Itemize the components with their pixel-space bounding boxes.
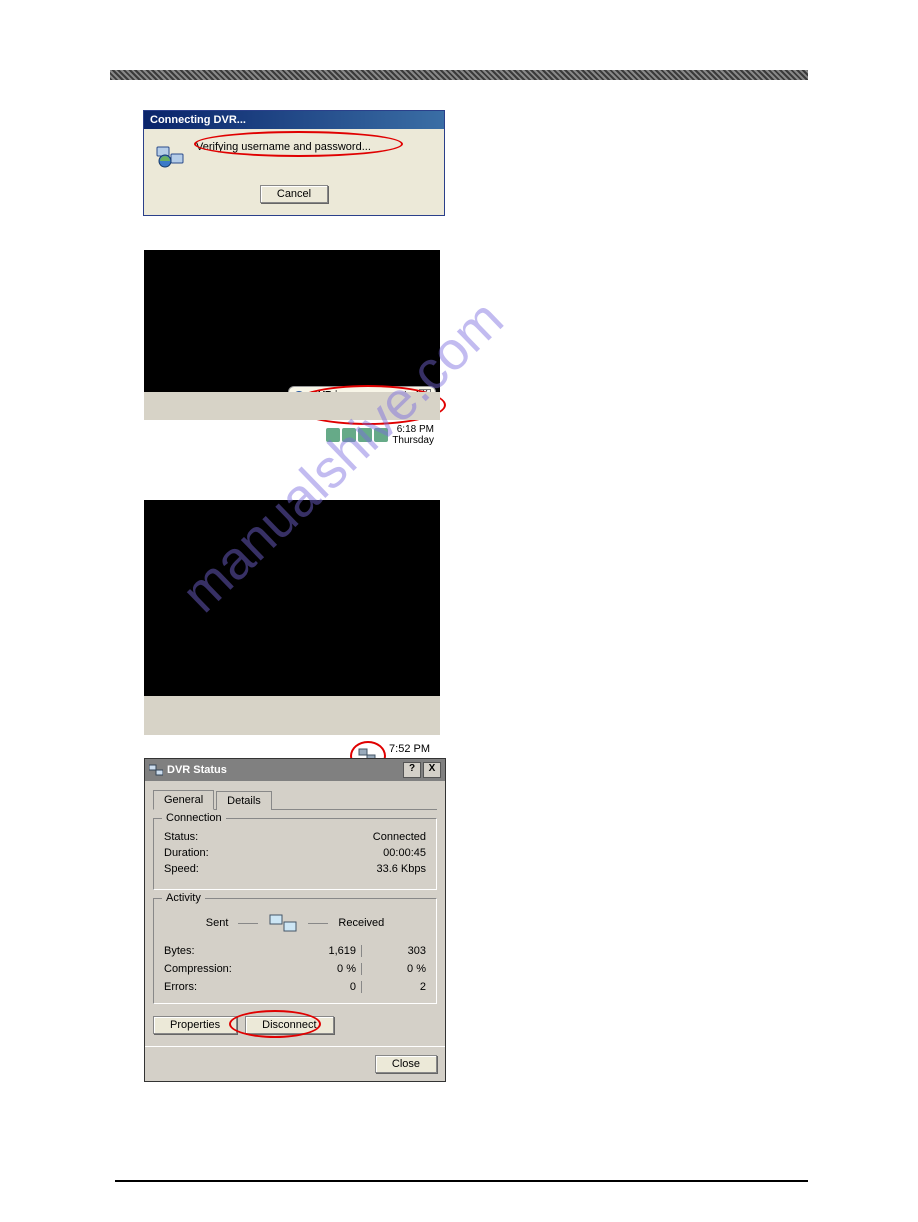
errors-received: 2 [366, 981, 426, 993]
connection-group: Connection Status: Connected Duration: 0… [153, 818, 437, 890]
tray-icon[interactable] [374, 428, 388, 442]
network-monitors-icon [149, 764, 163, 776]
dialog-title: DVR Status [167, 764, 227, 776]
tray-icons [326, 428, 388, 442]
divider [238, 923, 258, 924]
activity-group: Activity Sent Received Bytes: 1,619 303 [153, 898, 437, 1004]
disconnect-button[interactable]: Disconnect [245, 1016, 333, 1034]
tab-strip: General Details [153, 789, 437, 810]
duration-label: Duration: [164, 847, 209, 859]
cancel-button[interactable]: Cancel [260, 185, 328, 203]
compression-label: Compression: [164, 963, 296, 975]
divider [361, 963, 362, 975]
group-legend: Connection [162, 812, 226, 824]
clock-time: 6:18 PM [392, 424, 434, 435]
tab-details[interactable]: Details [216, 791, 272, 810]
dvr-status-dialog: DVR Status ? X General Details Connectio… [144, 758, 446, 1082]
compression-sent: 0 % [296, 963, 356, 975]
dialog-title: Connecting DVR... [144, 111, 444, 129]
duration-value: 00:00:45 [383, 847, 426, 859]
connecting-dialog: Connecting DVR... Verifying username and… [143, 110, 445, 216]
divider [308, 923, 328, 924]
compression-received: 0 % [366, 963, 426, 975]
bytes-sent: 1,619 [296, 945, 356, 957]
footer-divider [115, 1180, 808, 1182]
status-label: Status: [164, 831, 198, 843]
taskbar: 7:52 PM Thursday [144, 696, 440, 735]
close-button[interactable]: X [423, 762, 441, 778]
tray-icon[interactable] [326, 428, 340, 442]
errors-label: Errors: [164, 981, 296, 993]
properties-button[interactable]: Properties [153, 1016, 237, 1034]
status-value: Connected [373, 831, 426, 843]
divider [361, 981, 362, 993]
clock-time: 7:52 PM [384, 742, 430, 756]
group-legend: Activity [162, 892, 205, 904]
taskbar: 6:18 PM Thursday [144, 392, 440, 420]
sent-label: Sent [206, 917, 229, 929]
tray-icon[interactable] [358, 428, 372, 442]
network-activity-icon [268, 911, 298, 935]
decorative-border [110, 70, 808, 80]
tray-clock: 6:18 PM Thursday [392, 424, 434, 446]
errors-sent: 0 [296, 981, 356, 993]
close-dialog-button[interactable]: Close [375, 1055, 437, 1073]
desktop-screenshot-2 [144, 500, 440, 696]
clock-day: Thursday [392, 435, 434, 446]
help-button[interactable]: ? [403, 762, 421, 778]
speed-value: 33.6 Kbps [376, 863, 426, 875]
tab-general[interactable]: General [153, 790, 214, 810]
divider [361, 945, 362, 957]
highlight-oval [194, 131, 403, 157]
tray-icon[interactable] [342, 428, 356, 442]
network-connection-icon [154, 139, 186, 171]
bytes-received: 303 [366, 945, 426, 957]
received-label: Received [338, 917, 384, 929]
speed-label: Speed: [164, 863, 199, 875]
bytes-label: Bytes: [164, 945, 296, 957]
